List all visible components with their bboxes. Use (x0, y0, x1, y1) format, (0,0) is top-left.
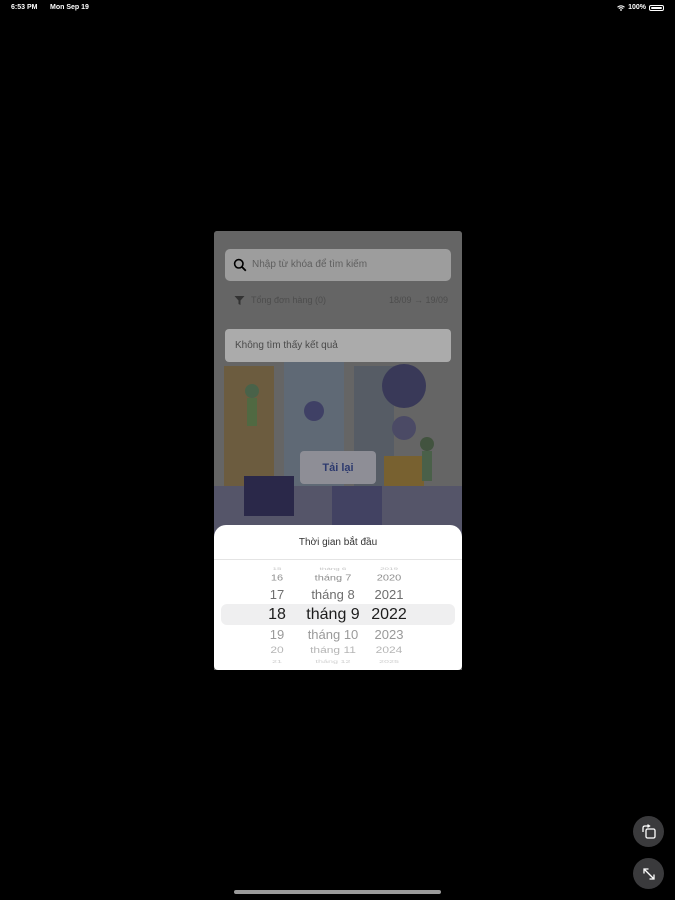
battery-percent: 100% (628, 4, 646, 11)
rotate-icon (641, 823, 656, 839)
month-option[interactable]: tháng 11 (294, 645, 372, 655)
no-result-box: Không tìm thấy kết quả (225, 329, 451, 362)
month-option[interactable]: tháng 10 (294, 628, 372, 641)
expand-icon (642, 867, 655, 880)
status-right: 100% (617, 4, 664, 11)
no-result-text: Không tìm thấy kết quả (235, 340, 338, 351)
year-option[interactable]: 2020 (362, 574, 416, 582)
search-icon (233, 258, 247, 272)
battery-icon (649, 4, 664, 11)
order-total-label: Tổng đơn hàng (0) (251, 295, 326, 305)
month-option[interactable]: tháng 6 (294, 567, 372, 571)
year-option[interactable]: 2025 (362, 659, 416, 664)
wifi-icon (617, 4, 625, 11)
year-option[interactable]: 2019 (362, 567, 416, 571)
year-option[interactable]: 2023 (362, 628, 416, 641)
search-bar[interactable]: Nhập từ khóa để tìm kiếm (225, 249, 451, 281)
date-wheel[interactable]: 15 16 17 18 19 20 21 tháng 6 tháng 7 thá… (214, 564, 462, 667)
year-option-selected[interactable]: 2022 (362, 607, 416, 623)
date-range[interactable]: 18/09 → 19/09 (389, 295, 448, 305)
month-option[interactable]: tháng 12 (294, 659, 372, 664)
picker-title: Thời gian bắt đầu (298, 537, 378, 548)
month-column[interactable]: tháng 6 tháng 7 tháng 8 tháng 9 tháng 10… (294, 564, 372, 667)
month-option[interactable]: tháng 8 (294, 588, 372, 601)
expand-button[interactable] (633, 858, 664, 889)
year-option[interactable]: 2024 (362, 645, 416, 655)
picker-divider (214, 559, 462, 560)
rotate-button[interactable] (633, 816, 664, 847)
status-date: Mon Sep 19 (50, 4, 89, 11)
year-option[interactable]: 2021 (362, 588, 416, 601)
home-indicator[interactable] (234, 890, 441, 894)
month-option[interactable]: tháng 7 (294, 574, 372, 582)
search-input[interactable]: Nhập từ khóa để tìm kiếm (252, 259, 367, 270)
filter-row: Tổng đơn hàng (0) 18/09 → 19/09 (234, 294, 448, 308)
reload-button[interactable]: Tải lại (300, 451, 376, 484)
year-column[interactable]: 2019 2020 2021 2022 2023 2024 2025 (362, 564, 416, 667)
status-time: 6:53 PM (11, 4, 38, 11)
filter-icon[interactable] (234, 295, 245, 306)
month-option-selected[interactable]: tháng 9 (294, 607, 372, 623)
date-picker-sheet: Thời gian bắt đầu 15 16 17 18 19 20 21 t… (214, 525, 462, 670)
status-bar: 6:53 PM Mon Sep 19 100% (0, 0, 675, 16)
